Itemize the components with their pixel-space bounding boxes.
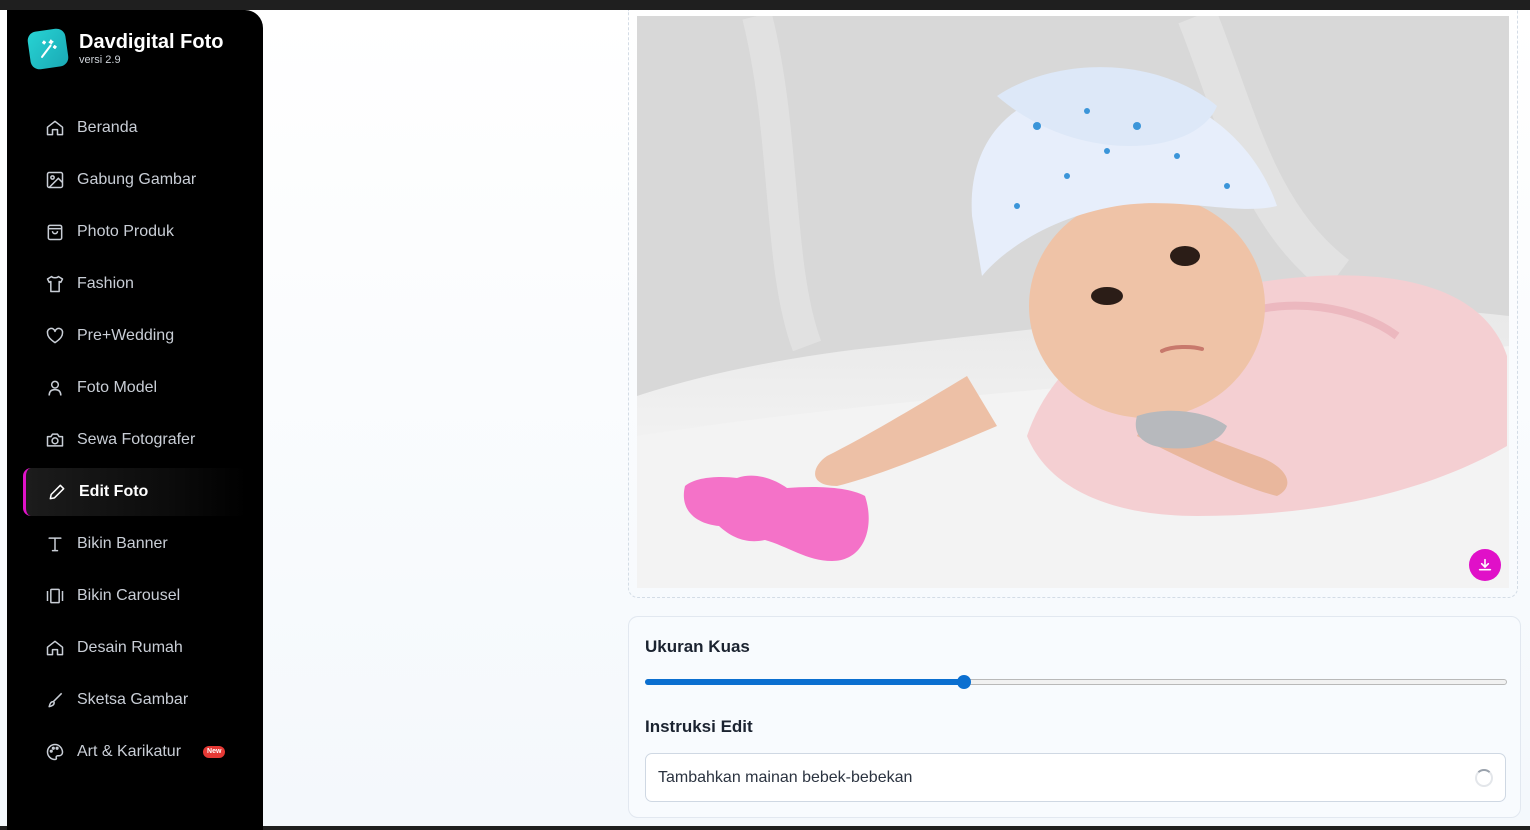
camera-icon: [46, 433, 64, 447]
sidebar-item-foto-model[interactable]: Foto Model: [23, 364, 247, 412]
sidebar-nav: Beranda Gabung Gambar Photo Produk Fashi…: [23, 104, 247, 780]
palette-icon: [46, 743, 64, 761]
shirt-icon: [46, 275, 64, 293]
instruction-label: Instruksi Edit: [645, 717, 753, 736]
app-title: Davdigital Foto: [79, 31, 224, 53]
carousel-icon: [46, 588, 64, 604]
sidebar-item-label: Fashion: [77, 275, 134, 292]
sidebar-item-sewa-fotografer[interactable]: Sewa Fotografer: [23, 416, 247, 464]
edit-controls-card: Ukuran Kuas Instruksi Edit Tambahkan mai…: [628, 616, 1521, 818]
download-icon: [1478, 558, 1492, 571]
sidebar-item-label: Sketsa Gambar: [77, 691, 189, 708]
app-version: versi 2.9: [79, 54, 121, 66]
house-icon: [46, 640, 64, 656]
image-icon: [46, 171, 64, 189]
sidebar-item-label: Desain Rumah: [77, 639, 183, 656]
magic-wand-icon: [26, 27, 70, 71]
type-icon: [48, 537, 62, 552]
shopping-bag-icon: [47, 224, 63, 241]
sidebar-item-label: Bikin Carousel: [77, 587, 181, 604]
sidebar-item-gabung-gambar[interactable]: Gabung Gambar: [23, 156, 247, 204]
brand[interactable]: Davdigital Foto versi 2.9: [26, 27, 224, 71]
sidebar-item-fashion[interactable]: Fashion: [23, 260, 247, 308]
user-icon: [48, 380, 62, 396]
sidebar-item-sketsa-gambar[interactable]: Sketsa Gambar: [23, 676, 247, 724]
brush-icon: [48, 692, 63, 708]
sidebar-item-label: Gabung Gambar: [77, 171, 197, 188]
slider-fill: [645, 679, 964, 685]
baby-photo: [637, 16, 1509, 588]
sidebar-item-label: Sewa Fotografer: [77, 431, 196, 448]
new-badge: New: [203, 746, 226, 758]
edit-image-canvas[interactable]: [637, 16, 1509, 588]
sidebar-item-label: Edit Foto: [79, 483, 149, 500]
sidebar-item-art-karikatur[interactable]: Art & Karikatur New: [23, 728, 247, 776]
slider-thumb[interactable]: [956, 675, 971, 689]
home-icon: [46, 120, 64, 136]
brush-size-slider[interactable]: [645, 675, 1507, 689]
loading-spinner-icon: [1475, 769, 1493, 787]
sidebar-item-desain-rumah[interactable]: Desain Rumah: [23, 624, 247, 672]
instruction-input-value: Tambahkan mainan bebek-bebekan: [658, 768, 913, 786]
brush-size-label: Ukuran Kuas: [645, 637, 750, 656]
sidebar-item-label: Bikin Banner: [77, 535, 168, 552]
sidebar-item-label: Beranda: [77, 119, 138, 136]
pencil-icon: [49, 484, 65, 500]
heart-icon: [46, 327, 64, 344]
sidebar-item-beranda[interactable]: Beranda: [23, 104, 247, 152]
sidebar-item-pre-wedding[interactable]: Pre+Wedding: [23, 312, 247, 360]
sidebar-item-label: Art & Karikatur: [77, 743, 182, 760]
sidebar-item-photo-produk[interactable]: Photo Produk: [23, 208, 247, 256]
sidebar-item-bikin-carousel[interactable]: Bikin Carousel: [23, 572, 247, 620]
sidebar-item-label: Foto Model: [77, 379, 158, 396]
sidebar-item-edit-foto[interactable]: Edit Foto: [23, 468, 247, 516]
sidebar-item-bikin-banner[interactable]: Bikin Banner: [23, 520, 247, 568]
sidebar: Davdigital Foto versi 2.9 Beranda Gabung…: [7, 10, 263, 830]
download-button[interactable]: [1469, 549, 1501, 581]
sidebar-item-label: Photo Produk: [77, 223, 174, 240]
sidebar-item-label: Pre+Wedding: [77, 327, 175, 344]
instruction-input[interactable]: Tambahkan mainan bebek-bebekan: [645, 753, 1506, 802]
